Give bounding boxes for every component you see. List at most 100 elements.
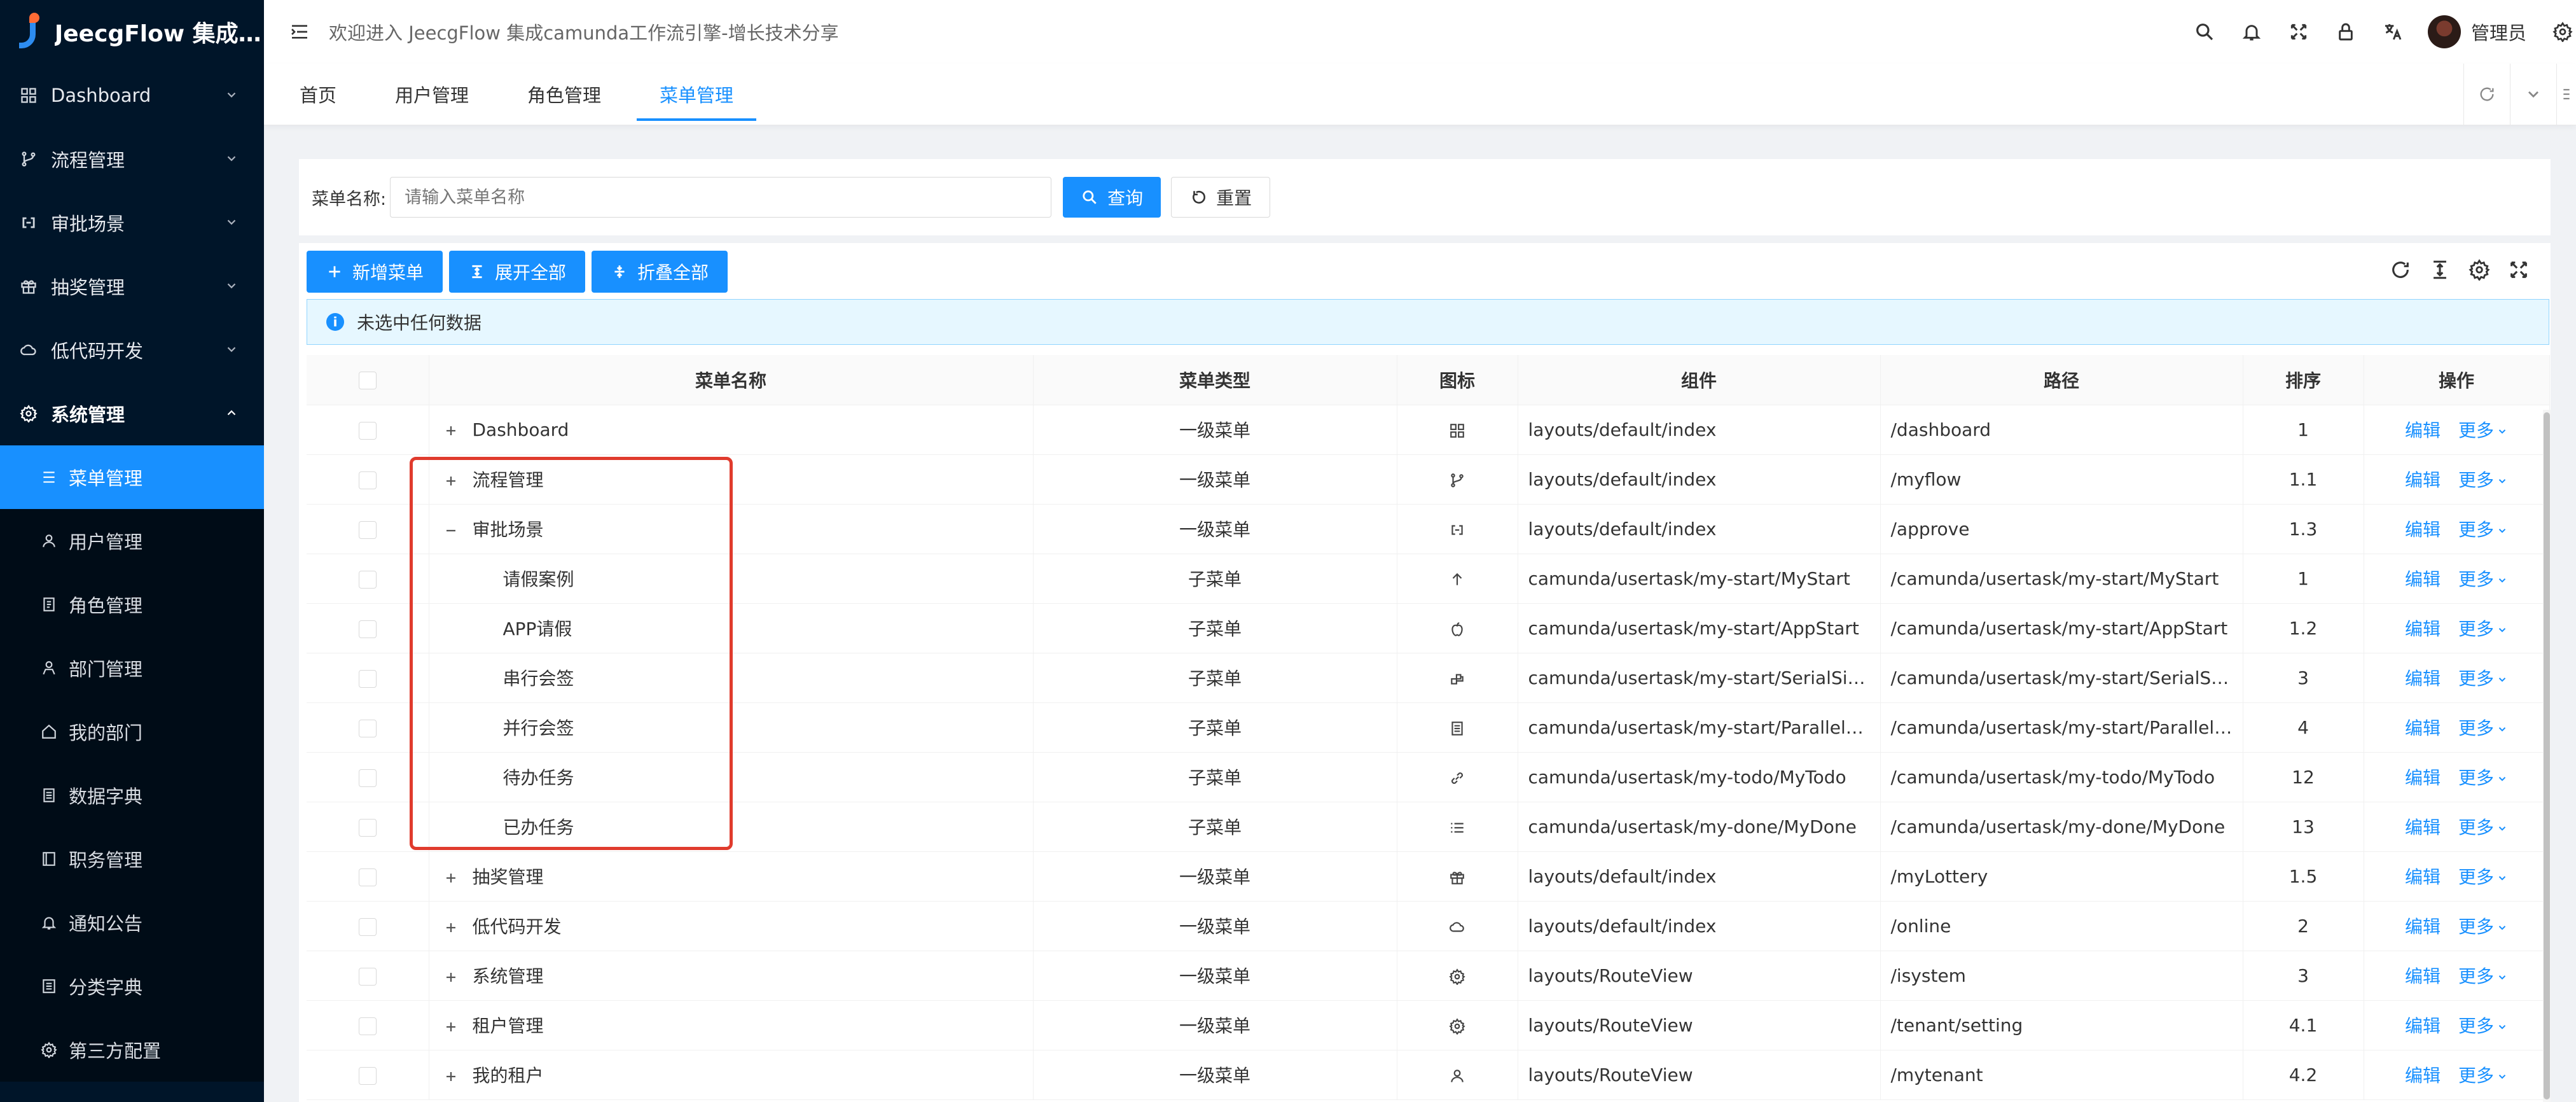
select-all-checkbox[interactable] — [358, 372, 377, 390]
query-button[interactable]: 查询 — [1063, 177, 1161, 218]
table-row[interactable]: 租户管理 一级菜单 layouts/RouteView/tenant/setting… — [307, 1000, 2550, 1050]
sidebar-item-approve[interactable]: 审批场景 — [0, 191, 264, 255]
table-row[interactable]: 审批场景 一级菜单 layouts/default/index/approve 1.3… — [307, 504, 2550, 554]
row-checkbox[interactable] — [358, 917, 377, 936]
row-checkbox[interactable] — [358, 421, 377, 440]
sidebar-subitem-department[interactable]: 部门管理 — [0, 636, 264, 700]
translate-icon[interactable] — [2379, 18, 2406, 45]
search-icon[interactable] — [2191, 18, 2218, 45]
table-scrollbar[interactable] — [2543, 410, 2551, 1102]
fullscreen-icon[interactable] — [2285, 18, 2312, 45]
user-name[interactable]: 管理员 — [2471, 18, 2526, 45]
edit-link[interactable]: 编辑 — [2405, 618, 2441, 639]
expand-row-icon[interactable] — [442, 869, 460, 887]
table-row[interactable]: 请假案例 子菜单 camunda/usertask/my-start/MyStart… — [307, 554, 2550, 604]
expand-row-icon[interactable] — [442, 919, 460, 937]
row-checkbox[interactable] — [358, 620, 377, 638]
reset-button[interactable]: 重置 — [1171, 177, 1271, 218]
table-row[interactable]: 已办任务 子菜单 camunda/usertask/my-done/MyDone/c… — [307, 802, 2550, 852]
more-dropdown[interactable]: 更多 — [2458, 668, 2508, 689]
row-checkbox[interactable] — [358, 669, 377, 688]
table-row[interactable]: 系统管理 一级菜单 layouts/RouteView/isystem 3 编辑 更多 — [307, 951, 2550, 1001]
edit-link[interactable]: 编辑 — [2405, 1065, 2441, 1086]
more-dropdown[interactable]: 更多 — [2458, 470, 2508, 491]
add-menu-button[interactable]: 新增菜单 — [307, 251, 443, 293]
settings-icon[interactable] — [2549, 18, 2576, 45]
settings-icon[interactable] — [2467, 257, 2492, 282]
table-row[interactable]: APP请假 子菜单 camunda/usertask/my-start/AppSta… — [307, 603, 2550, 653]
sidebar-subitem-user[interactable]: 用户管理 — [0, 509, 264, 573]
expand-all-button[interactable]: 展开全部 — [449, 251, 586, 293]
sidebar-subitem-menu[interactable]: 菜单管理 — [0, 445, 264, 509]
row-checkbox[interactable] — [358, 719, 377, 737]
more-dropdown[interactable]: 更多 — [2458, 1065, 2508, 1086]
edit-link[interactable]: 编辑 — [2405, 916, 2441, 937]
edit-link[interactable]: 编辑 — [2405, 668, 2441, 689]
expand-row-icon[interactable] — [442, 968, 460, 986]
sidebar-item-lottery[interactable]: 抽奖管理 — [0, 255, 264, 318]
expand-row-icon[interactable] — [442, 472, 460, 490]
table-row[interactable]: 并行会签 子菜单 camunda/usertask/my-start/Paralle… — [307, 702, 2550, 753]
more-dropdown[interactable]: 更多 — [2458, 966, 2508, 987]
menu-name-input[interactable] — [390, 177, 1052, 218]
more-dropdown[interactable]: 更多 — [2458, 519, 2508, 540]
sidebar-subitem-notice[interactable]: 通知公告 — [0, 891, 264, 954]
refresh-tab-button[interactable] — [2463, 64, 2510, 125]
edit-link[interactable]: 编辑 — [2405, 718, 2441, 739]
more-dropdown[interactable]: 更多 — [2458, 767, 2508, 788]
row-checkbox[interactable] — [358, 769, 377, 787]
row-checkbox[interactable] — [358, 1017, 377, 1035]
refresh-icon[interactable] — [2388, 257, 2413, 282]
sidebar-subitem-category[interactable]: 分类字典 — [0, 954, 264, 1018]
edit-link[interactable]: 编辑 — [2405, 1015, 2441, 1036]
edit-link[interactable]: 编辑 — [2405, 420, 2441, 441]
fullscreen-icon[interactable] — [2506, 257, 2531, 282]
more-dropdown[interactable]: 更多 — [2458, 569, 2508, 590]
sidebar-item-flow[interactable]: 流程管理 — [0, 127, 264, 191]
more-dropdown[interactable]: 更多 — [2458, 1015, 2508, 1036]
expand-row-icon[interactable] — [442, 422, 460, 440]
sidebar-subitem-thirdparty[interactable]: 第三方配置 — [0, 1018, 264, 1082]
table-row[interactable]: 抽奖管理 一级菜单 layouts/default/index/myLottery 1… — [307, 851, 2550, 902]
sidebar-subitem-mydept[interactable]: 我的部门 — [0, 700, 264, 764]
sidebar-item-dashboard[interactable]: Dashboard — [0, 64, 264, 127]
table-row[interactable]: 我的租户 一级菜单 layouts/RouteView/mytenant 4.2 编辑更… — [307, 1050, 2550, 1100]
edit-link[interactable]: 编辑 — [2405, 470, 2441, 491]
scrollbar-thumb[interactable] — [2544, 412, 2550, 1099]
tab-dropdown-button[interactable] — [2510, 64, 2556, 125]
more-dropdown[interactable]: 更多 — [2458, 718, 2508, 739]
row-checkbox[interactable] — [358, 967, 377, 986]
table-row[interactable]: 待办任务 子菜单 camunda/usertask/my-todo/MyTodo/c… — [307, 752, 2550, 802]
table-row[interactable]: 低代码开发 一级菜单 layouts/default/index/online 2 编辑… — [307, 901, 2550, 951]
expand-row-icon[interactable] — [442, 1018, 460, 1036]
table-row[interactable]: 串行会签 子菜单 camunda/usertask/my-start/SerialS… — [307, 653, 2550, 703]
sidebar-subitem-role[interactable]: 角色管理 — [0, 573, 264, 636]
sidebar-subitem-dict[interactable]: 数据字典 — [0, 764, 264, 827]
expand-row-icon[interactable] — [442, 1068, 460, 1085]
tab-user[interactable]: 用户管理 — [372, 64, 492, 125]
collapse-all-button[interactable]: 折叠全部 — [592, 251, 728, 293]
tab-home[interactable]: 首页 — [277, 64, 359, 125]
edit-link[interactable]: 编辑 — [2405, 569, 2441, 590]
lock-icon[interactable] — [2332, 18, 2359, 45]
row-checkbox[interactable] — [358, 520, 377, 539]
tab-menu[interactable]: 菜单管理 — [637, 64, 757, 125]
sidebar-item-lowcode[interactable]: 低代码开发 — [0, 318, 264, 382]
edit-link[interactable]: 编辑 — [2405, 817, 2441, 838]
more-dropdown[interactable]: 更多 — [2458, 817, 2508, 838]
table-row[interactable]: 流程管理 一级菜单 layouts/default/index/myflow 1.1 编… — [307, 454, 2550, 505]
more-dropdown[interactable]: 更多 — [2458, 867, 2508, 888]
more-dropdown[interactable]: 更多 — [2458, 618, 2508, 639]
collapse-row-icon[interactable] — [442, 522, 460, 540]
row-checkbox[interactable] — [358, 1066, 377, 1085]
sidebar-subitem-position[interactable]: 职务管理 — [0, 827, 264, 891]
menu-fold-icon[interactable] — [287, 19, 312, 45]
avatar[interactable] — [2427, 15, 2461, 48]
edit-link[interactable]: 编辑 — [2405, 767, 2441, 788]
row-checkbox[interactable] — [358, 868, 377, 886]
sidebar-item-system[interactable]: 系统管理 — [0, 382, 264, 445]
more-dropdown[interactable]: 更多 — [2458, 916, 2508, 937]
column-height-icon[interactable] — [2427, 257, 2453, 282]
tab-fold-button[interactable] — [2556, 64, 2576, 125]
more-dropdown[interactable]: 更多 — [2458, 420, 2508, 441]
